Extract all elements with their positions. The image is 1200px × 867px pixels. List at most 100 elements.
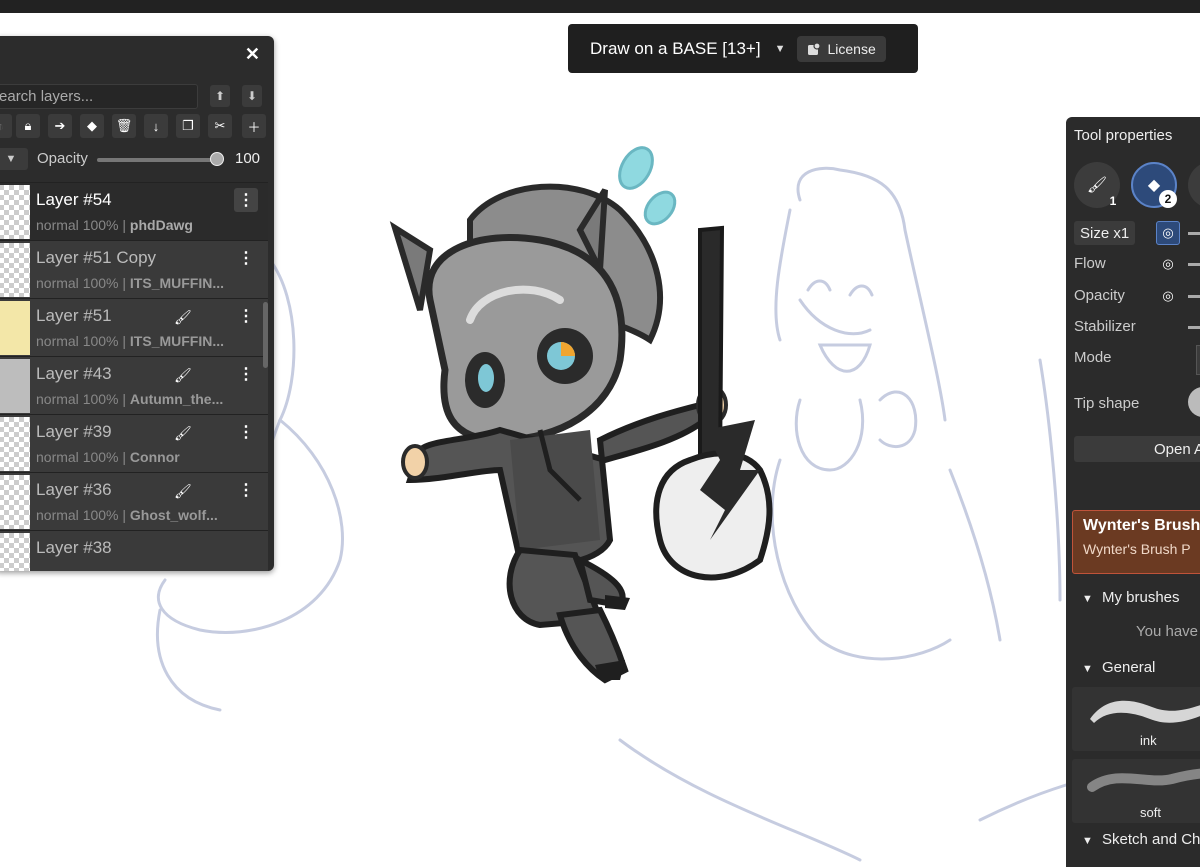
layer-row[interactable]: Layer #43 🖌︎ normal 100% | Autumn_the...… — [0, 356, 268, 414]
layer-row[interactable]: Layer #54 normal 100% | phdDawg ⋮ — [0, 182, 268, 240]
opacity-control: ▼ Opacity 100 — [0, 148, 274, 170]
layer-thumbnail — [0, 417, 30, 471]
brush-name: ink — [1140, 733, 1157, 748]
layer-thumbnail — [0, 533, 30, 571]
close-icon[interactable]: ✕ — [245, 44, 260, 65]
opacity-label: Opacity — [1074, 287, 1125, 304]
more-options-icon[interactable]: ⋮ — [234, 362, 258, 386]
clip-icon[interactable]: ✂ — [208, 114, 232, 138]
stabilizer-slider[interactable] — [1188, 326, 1200, 329]
layer-opacity: 100% — [82, 391, 119, 407]
brush-icon: 🖌︎ — [174, 309, 192, 325]
opacity-value: 100 — [235, 150, 261, 167]
brush-preset-soft[interactable]: soft — [1072, 759, 1200, 823]
more-options-icon[interactable]: ⋮ — [234, 478, 258, 502]
layer-owner: Connor — [129, 449, 180, 465]
size-slider[interactable] — [1188, 232, 1200, 235]
layer-toolbar: ◐ 🔒︎ ➔ ◆ 🗑︎ ↓ ❐ ✂ ＋ — [0, 114, 274, 140]
layer-blend: normal — [36, 275, 79, 291]
brush-pack-banner[interactable]: Wynter's Brush Wynter's Brush P — [1072, 510, 1200, 574]
license-icon — [808, 41, 822, 55]
eraser-tool-button[interactable]: ◆ 2 — [1131, 162, 1177, 208]
panel-title: Tool properties — [1074, 127, 1173, 144]
document-title-bar[interactable]: Draw on a BASE [13+] ▼ License — [568, 24, 918, 73]
license-button[interactable]: License — [797, 35, 886, 62]
export-icon[interactable]: ⬇ — [242, 85, 262, 107]
size-toggle[interactable]: Size x1 — [1074, 221, 1136, 245]
opacity-slider[interactable] — [97, 158, 219, 162]
more-options-icon[interactable]: ⋮ — [234, 420, 258, 444]
layer-row[interactable]: Layer #38 — [0, 530, 268, 571]
search-layers-input[interactable]: Search layers... — [0, 84, 198, 109]
add-layer-icon[interactable]: ＋ — [242, 114, 266, 138]
delete-icon[interactable]: 🗑︎ — [112, 114, 136, 138]
tip-shape-label: Tip shape — [1074, 395, 1140, 412]
layer-blend: normal — [36, 391, 79, 407]
section-my-brushes[interactable]: ▼ My brushes — [1082, 589, 1180, 606]
layer-opacity: 100% — [82, 333, 119, 349]
layer-name: Layer #39 — [36, 422, 112, 441]
layer-row[interactable]: Layer #51 Copy normal 100% | ITS_MUFFIN.… — [0, 240, 268, 298]
merge-down-icon[interactable]: ↓ — [144, 114, 168, 138]
layer-separator: | — [122, 333, 127, 349]
brush-icon: 🖌︎ — [1086, 177, 1108, 194]
eraser-icon: ◆ — [1147, 177, 1161, 194]
stabilizer-label: Stabilizer — [1074, 318, 1136, 335]
layer-thumbnail — [0, 301, 30, 355]
visibility-icon[interactable]: ◐ — [0, 114, 12, 138]
section-sketch[interactable]: ▼ Sketch and Ch — [1082, 831, 1200, 848]
brush-preset-ink[interactable]: ink — [1072, 687, 1200, 751]
layer-name: Layer #51 — [36, 306, 112, 325]
chevron-down-icon[interactable]: ▼ — [0, 148, 28, 170]
mode-select[interactable] — [1196, 345, 1200, 375]
layer-meta: normal 100% | Connor — [36, 449, 180, 465]
layer-owner: ITS_MUFFIN... — [129, 275, 225, 291]
layer-row[interactable]: Layer #39 🖌︎ normal 100% | Connor ⋮ — [0, 414, 268, 472]
opacity-slider[interactable] — [1188, 295, 1200, 298]
tool-properties-panel: Tool properties 🖌︎ 1 ◆ 2 Size x1 ◎ Flow … — [1066, 117, 1200, 867]
chevron-down-icon: ▼ — [1082, 835, 1093, 847]
tip-shape-preview[interactable] — [1188, 387, 1200, 417]
pen-pressure-icon[interactable]: ◎ — [1156, 252, 1180, 276]
duplicate-icon[interactable]: ❐ — [176, 114, 200, 138]
layer-meta: normal 100% | Autumn_the... — [36, 391, 223, 407]
layer-opacity: 100% — [82, 275, 119, 291]
eraser-icon[interactable]: ◆ — [80, 114, 104, 138]
open-button[interactable]: Open A — [1074, 436, 1200, 462]
tool-button[interactable] — [1188, 162, 1200, 208]
import-icon[interactable]: ⬆ — [210, 85, 230, 107]
section-label: General — [1102, 659, 1156, 676]
more-options-icon[interactable]: ⋮ — [234, 246, 258, 270]
layer-thumbnail — [0, 185, 30, 239]
brush-icon: 🖌︎ — [174, 425, 192, 441]
brush-icon: 🖌︎ — [174, 367, 192, 383]
layer-blend: normal — [36, 333, 79, 349]
pen-pressure-icon[interactable]: ◎ — [1156, 221, 1180, 245]
mode-label: Mode — [1074, 349, 1112, 366]
document-title[interactable]: Draw on a BASE [13+] — [590, 39, 761, 59]
brush-tool-button[interactable]: 🖌︎ 1 — [1074, 162, 1120, 208]
character-drawing — [389, 146, 773, 684]
move-out-icon[interactable]: ➔ — [48, 114, 72, 138]
layer-row[interactable]: Layer #36 🖌︎ normal 100% | Ghost_wolf...… — [0, 472, 268, 530]
more-options-icon[interactable]: ⋮ — [234, 304, 258, 328]
brush-stroke-preview — [1087, 768, 1200, 792]
more-options-icon[interactable]: ⋮ — [234, 188, 258, 212]
pen-pressure-icon[interactable]: ◎ — [1156, 284, 1180, 308]
lock-icon[interactable]: 🔒︎ — [16, 114, 40, 138]
chevron-down-icon: ▼ — [1082, 593, 1093, 605]
layer-owner: phdDawg — [129, 217, 193, 233]
opacity-label: Opacity — [37, 150, 88, 167]
layer-separator: | — [122, 449, 127, 465]
flow-label: Flow — [1074, 255, 1106, 272]
layer-blend: normal — [36, 507, 79, 523]
layer-blend: normal — [36, 449, 79, 465]
layer-row[interactable]: Layer #51 🖌︎ normal 100% | ITS_MUFFIN...… — [0, 298, 268, 356]
chevron-down-icon[interactable]: ▼ — [775, 43, 786, 55]
section-general[interactable]: ▼ General — [1082, 659, 1155, 676]
section-label: Sketch and Ch — [1102, 831, 1200, 848]
layer-owner: Autumn_the... — [129, 391, 224, 407]
layers-scrollbar[interactable] — [263, 302, 268, 368]
opacity-slider-thumb[interactable] — [210, 152, 224, 166]
flow-slider[interactable] — [1188, 263, 1200, 266]
